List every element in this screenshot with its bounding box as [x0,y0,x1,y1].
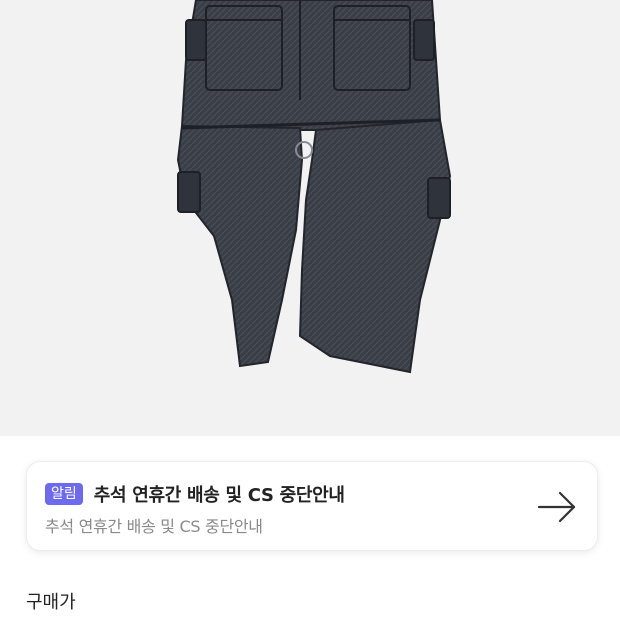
product-photo [176,0,452,374]
product-image[interactable] [0,0,620,436]
notice-badge: 알림 [45,483,83,505]
notice-subtitle: 추석 연휴간 배송 및 CS 중단안내 [45,517,263,536]
notice-card[interactable]: 알림 추석 연휴간 배송 및 CS 중단안내 추석 연휴간 배송 및 CS 중단… [26,461,598,551]
purchase-price-label: 구매가 [26,592,76,613]
notice-title-row: 알림 추석 연휴간 배송 및 CS 중단안내 [45,481,345,507]
notice-title: 추석 연휴간 배송 및 CS 중단안내 [93,485,345,506]
arrow-right-icon[interactable] [537,490,577,524]
